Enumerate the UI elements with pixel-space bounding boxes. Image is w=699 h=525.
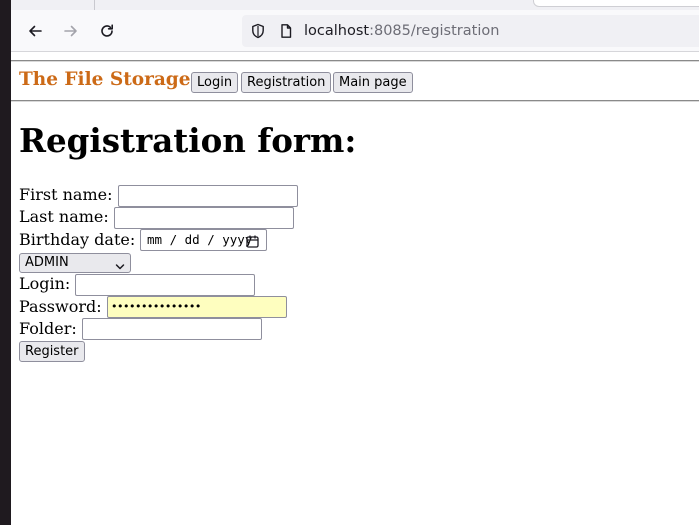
first-name-label: First name: (19, 185, 113, 204)
last-name-input[interactable] (114, 207, 294, 229)
register-button[interactable]: Register (19, 341, 85, 362)
first-name-input[interactable] (118, 185, 298, 207)
back-button[interactable] (20, 17, 50, 45)
active-tab-edge[interactable] (533, 0, 699, 7)
site-brand: The File Storage (19, 69, 191, 90)
forward-arrow-icon (64, 25, 77, 37)
reload-icon (101, 24, 113, 37)
role-selected-value: ADMIN (25, 255, 69, 270)
login-nav-button[interactable]: Login (191, 72, 239, 93)
page-content: The File Storage Login Registration Main… (11, 52, 699, 525)
registration-nav-button[interactable]: Registration (241, 72, 332, 93)
calendar-icon[interactable] (246, 234, 259, 254)
bottom-divider (11, 100, 699, 102)
tab-strip (11, 0, 699, 10)
date-placeholder: mm / dd / yyyy (147, 232, 253, 247)
page-icon[interactable] (278, 23, 294, 43)
browser-toolbar: localhost:8085/registration (11, 10, 699, 52)
url-host: localhost (304, 23, 370, 39)
url-path: :8085/registration (369, 23, 500, 39)
main-page-nav-button[interactable]: Main page (333, 72, 413, 93)
login-label: Login: (19, 274, 71, 293)
reload-button[interactable] (92, 17, 122, 45)
page-title: Registration form: (19, 121, 357, 160)
password-input[interactable]: ••••••••••••••• (107, 296, 287, 318)
url-text[interactable]: localhost:8085/registration (304, 15, 499, 47)
top-divider (11, 60, 699, 62)
forward-button[interactable] (56, 17, 86, 45)
role-select[interactable]: ADMIN (19, 253, 131, 273)
password-label: Password: (19, 297, 102, 316)
desktop-edge (0, 0, 11, 525)
folder-label: Folder: (19, 319, 77, 338)
login-input[interactable] (75, 274, 255, 296)
birthday-label: Birthday date: (19, 230, 136, 249)
shield-icon[interactable] (250, 23, 266, 43)
tab-separator (94, 0, 95, 10)
back-arrow-icon (29, 25, 42, 37)
folder-input[interactable] (82, 318, 262, 340)
last-name-label: Last name: (19, 207, 109, 226)
birthday-date-input[interactable]: mm / dd / yyyy (140, 229, 267, 251)
address-bar[interactable]: localhost:8085/registration (242, 15, 699, 47)
